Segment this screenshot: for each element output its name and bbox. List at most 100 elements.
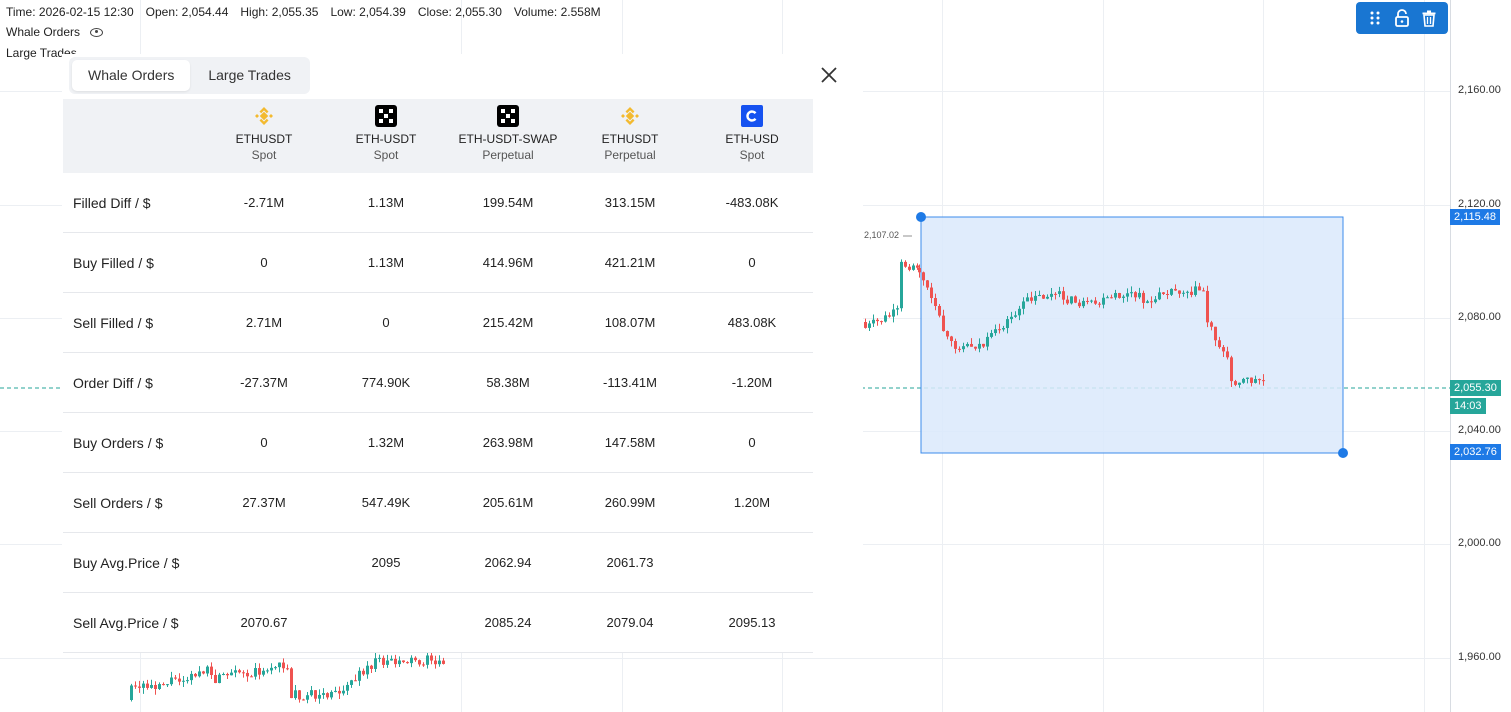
table-cell: 2085.24 [484,615,532,630]
candle [1214,326,1217,341]
table-cell: 260.99M [604,495,656,510]
candle [904,261,907,267]
candle [896,308,899,310]
candle [1146,301,1149,303]
candle [1094,300,1097,304]
rectangle-handle-top[interactable] [916,212,926,222]
candle [1158,292,1161,300]
candle [1242,378,1245,383]
candle [954,341,957,349]
candle [1218,340,1221,348]
candle [918,268,921,273]
candle [1206,290,1209,323]
table-cell: 0 [748,255,756,270]
table-cell: 263.98M [482,435,534,450]
time-readout: Time: 2026-02-15 12:30 [6,5,134,19]
candle [338,690,341,694]
candle [214,675,217,684]
candle [1230,357,1233,382]
candle [1006,319,1009,329]
candle [1034,295,1037,301]
table-row: Order Diff / $ -27.37M 774.90K 58.38M -1… [63,353,813,413]
row-label: Sell Orders / $ [73,494,163,511]
candle [900,261,903,309]
candle [234,670,237,673]
okx-logo-icon [497,105,519,127]
okx-logo-icon [375,105,397,127]
rectangle-handle-bottom[interactable] [1338,448,1348,458]
row-label: Sell Avg.Price / $ [73,614,179,631]
candle [1190,291,1193,295]
table-cell: 0 [260,435,268,450]
tab-whale-orders[interactable]: Whale Orders [72,60,191,91]
trash-icon[interactable] [1419,8,1439,28]
table-cell: 774.90K [361,375,411,390]
candle [342,690,345,694]
candle [1186,291,1189,293]
candle [326,693,329,698]
candle [190,673,193,681]
row-label: Buy Avg.Price / $ [73,554,180,571]
candle [1066,299,1069,304]
candle [382,657,385,665]
candle [354,680,357,682]
candle [370,665,373,669]
candle [182,680,185,682]
eye-icon[interactable] [90,27,104,37]
candle [1170,288,1173,295]
candle [414,657,417,661]
candle [1134,292,1137,298]
table-row: Sell Orders / $ 27.37M 547.49K 205.61M 2… [63,473,813,533]
price-tick-label: 2,040.00 [1458,424,1501,436]
price-scale[interactable] [1450,0,1511,712]
candle [226,673,229,676]
candle [178,678,181,682]
candle [1162,292,1165,295]
price-tick-label: 2,160.00 [1458,84,1501,96]
table-cell: 483.08K [727,315,777,330]
candle [1234,381,1237,385]
candle [242,672,245,674]
drag-handle-icon[interactable] [1365,8,1385,28]
candle [198,671,201,677]
rectangle-drawing[interactable] [920,216,1344,454]
column-market: Spot [739,148,765,162]
candle [410,657,413,664]
table-row: Buy Filled / $ 0 1.13M 414.96M 421.21M 0 [63,233,813,293]
candle [430,655,433,661]
high-readout: High: 2,055.35 [240,5,319,19]
tab-large-trades[interactable]: Large Trades [192,60,307,91]
candle [942,315,945,332]
candle [1074,296,1077,303]
candle [950,336,953,342]
column-market: Spot [251,148,277,162]
candle [1078,302,1081,307]
candle [350,680,353,685]
table-cell: -2.71M [243,195,285,210]
candle [962,346,965,350]
unlock-icon[interactable] [1392,8,1412,28]
column-header: ETH-USDT-SWAP Perpetual [447,99,569,173]
candle [254,668,257,677]
candle [884,315,887,322]
candle [206,666,209,674]
table-cell: 2070.67 [240,615,288,630]
candle [170,677,173,685]
column-market: Spot [373,148,399,162]
candle [426,655,429,665]
candle [1090,300,1093,302]
open-readout: Open: 2,054.44 [145,5,229,19]
candle [958,348,961,350]
candle [1046,296,1049,299]
column-header: ETH-USD Spot [691,99,813,173]
table-cell: 2095.13 [728,615,776,630]
candle [250,676,253,678]
candle [138,686,141,688]
candle [158,684,161,689]
table-cell: 2.71M [245,315,283,330]
close-icon[interactable] [820,66,838,84]
candle [982,343,985,347]
legend-whale-orders[interactable]: Whale Orders [6,25,104,39]
candle [270,667,273,671]
row-label: Buy Orders / $ [73,434,164,451]
